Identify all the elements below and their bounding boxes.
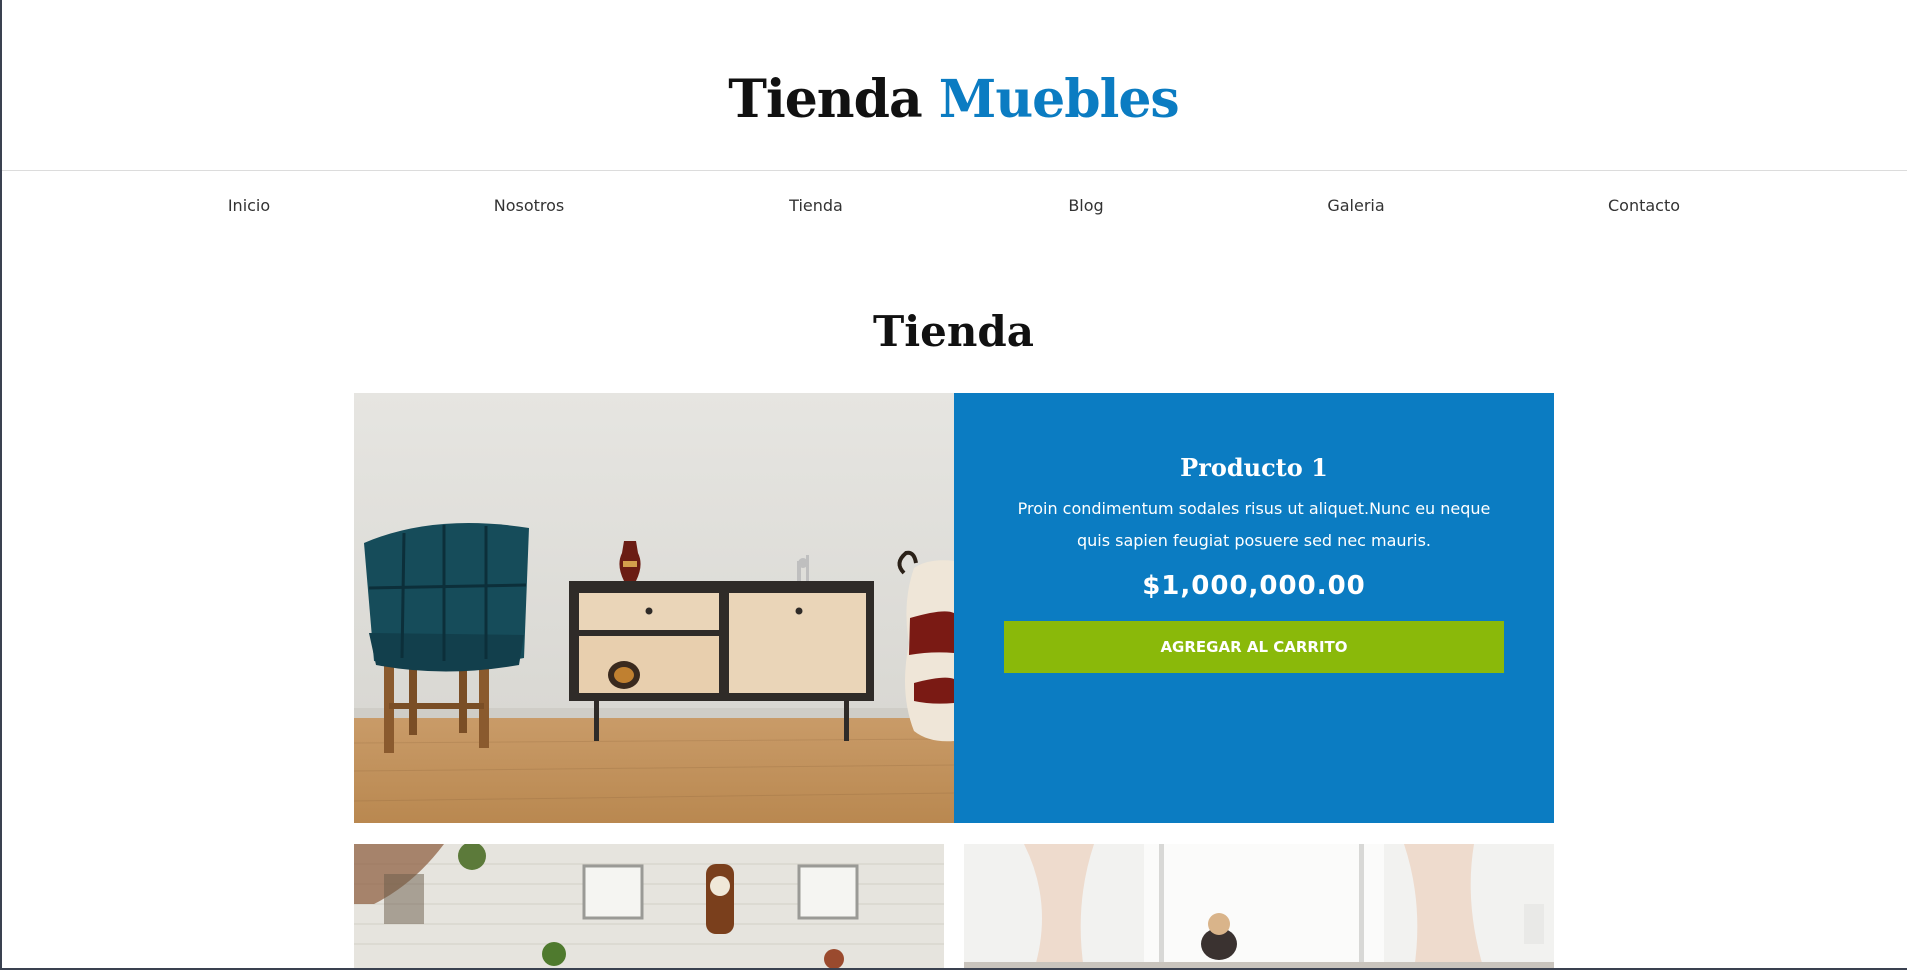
add-to-cart-button[interactable]: AGREGAR AL CARRITO bbox=[1004, 621, 1504, 673]
bright-room-photo bbox=[964, 844, 1554, 970]
window-left-border bbox=[0, 0, 2, 970]
featured-product-image bbox=[354, 393, 954, 823]
nav-item-nosotros[interactable]: Nosotros bbox=[494, 196, 565, 215]
product-card-image-bright-room[interactable] bbox=[964, 844, 1554, 970]
product-card-image-living-room[interactable] bbox=[354, 844, 944, 970]
nav-item-contacto[interactable]: Contacto bbox=[1608, 196, 1680, 215]
product-description: Proin condimentum sodales risus ut aliqu… bbox=[1017, 499, 1491, 550]
product-price: $1,000,000.00 bbox=[1142, 571, 1366, 601]
featured-product-info: Producto 1 Proin condimentum sodales ris… bbox=[954, 393, 1554, 823]
living-room-photo bbox=[354, 844, 944, 970]
site-title-accent: Muebles bbox=[938, 69, 1180, 130]
featured-product-card: Producto 1 Proin condimentum sodales ris… bbox=[354, 393, 1554, 823]
nav-item-tienda[interactable]: Tienda bbox=[789, 196, 843, 215]
nav-item-inicio[interactable]: Inicio bbox=[228, 196, 270, 215]
main-navigation: Inicio Nosotros Tienda Blog Galeria Cont… bbox=[0, 196, 1907, 220]
section-title: Tienda bbox=[872, 307, 1035, 356]
header-divider bbox=[2, 170, 1907, 171]
product-name[interactable]: Producto 1 bbox=[954, 453, 1554, 482]
site-title-main: Tienda bbox=[728, 69, 922, 130]
nav-item-blog[interactable]: Blog bbox=[1068, 196, 1103, 215]
nav-item-galeria[interactable]: Galeria bbox=[1327, 196, 1384, 215]
site-title[interactable]: Tienda Muebles bbox=[0, 66, 1907, 134]
